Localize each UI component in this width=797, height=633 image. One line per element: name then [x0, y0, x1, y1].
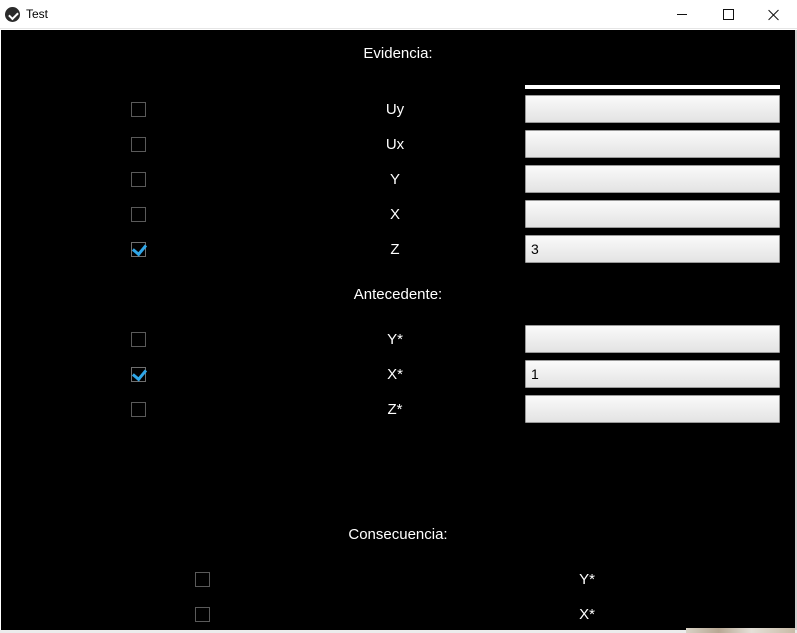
close-icon	[768, 9, 780, 21]
section-title-evidencia: Evidencia:	[363, 45, 433, 62]
checkbox-z[interactable]	[131, 242, 146, 257]
checkbox-consecuencia-x-star[interactable]	[195, 607, 210, 622]
maximize-button[interactable]	[705, 0, 751, 29]
row-label-x: X	[389, 206, 400, 223]
input-y-star[interactable]	[525, 325, 780, 353]
checkbox-consecuencia-y-star[interactable]	[195, 572, 210, 587]
row-label-consecuencia-y-star: Y*	[579, 571, 595, 588]
checkbox-x[interactable]	[131, 207, 146, 222]
section-title-antecedente: Antecedente:	[353, 286, 443, 303]
checkbox-z-star[interactable]	[131, 402, 146, 417]
input-y[interactable]	[525, 165, 780, 193]
input-ux[interactable]	[525, 130, 780, 158]
checkbox-uy[interactable]	[131, 102, 146, 117]
row-label-x-star: X*	[387, 366, 403, 383]
checkbox-y[interactable]	[131, 172, 146, 187]
row-label-y-star: Y*	[387, 331, 403, 348]
checkbox-x-star[interactable]	[131, 367, 146, 382]
top-field-strip	[525, 85, 780, 89]
input-uy[interactable]	[525, 95, 780, 123]
row-label-z: Z	[390, 241, 400, 258]
input-x-star[interactable]	[525, 360, 780, 388]
row-label-z-star: Z*	[387, 401, 403, 418]
row-label-y: Y	[389, 171, 400, 188]
row-label-consecuencia-x-star: X*	[579, 606, 595, 623]
maximize-icon	[722, 9, 734, 20]
row-label-uy: Uy	[385, 101, 405, 118]
minimize-button[interactable]	[659, 0, 705, 29]
input-x[interactable]	[525, 200, 780, 228]
input-z[interactable]	[525, 235, 780, 263]
window-title: Test	[26, 7, 49, 21]
app-icon	[5, 7, 20, 22]
title-bar: Test	[0, 0, 797, 29]
close-button[interactable]	[751, 0, 797, 29]
background-fragment	[686, 628, 795, 633]
minimize-icon	[677, 14, 687, 15]
input-z-star[interactable]	[525, 395, 780, 423]
row-label-ux: Ux	[385, 136, 405, 153]
section-title-consecuencia: Consecuencia:	[348, 526, 448, 543]
checkbox-ux[interactable]	[131, 137, 146, 152]
checkbox-y-star[interactable]	[131, 332, 146, 347]
